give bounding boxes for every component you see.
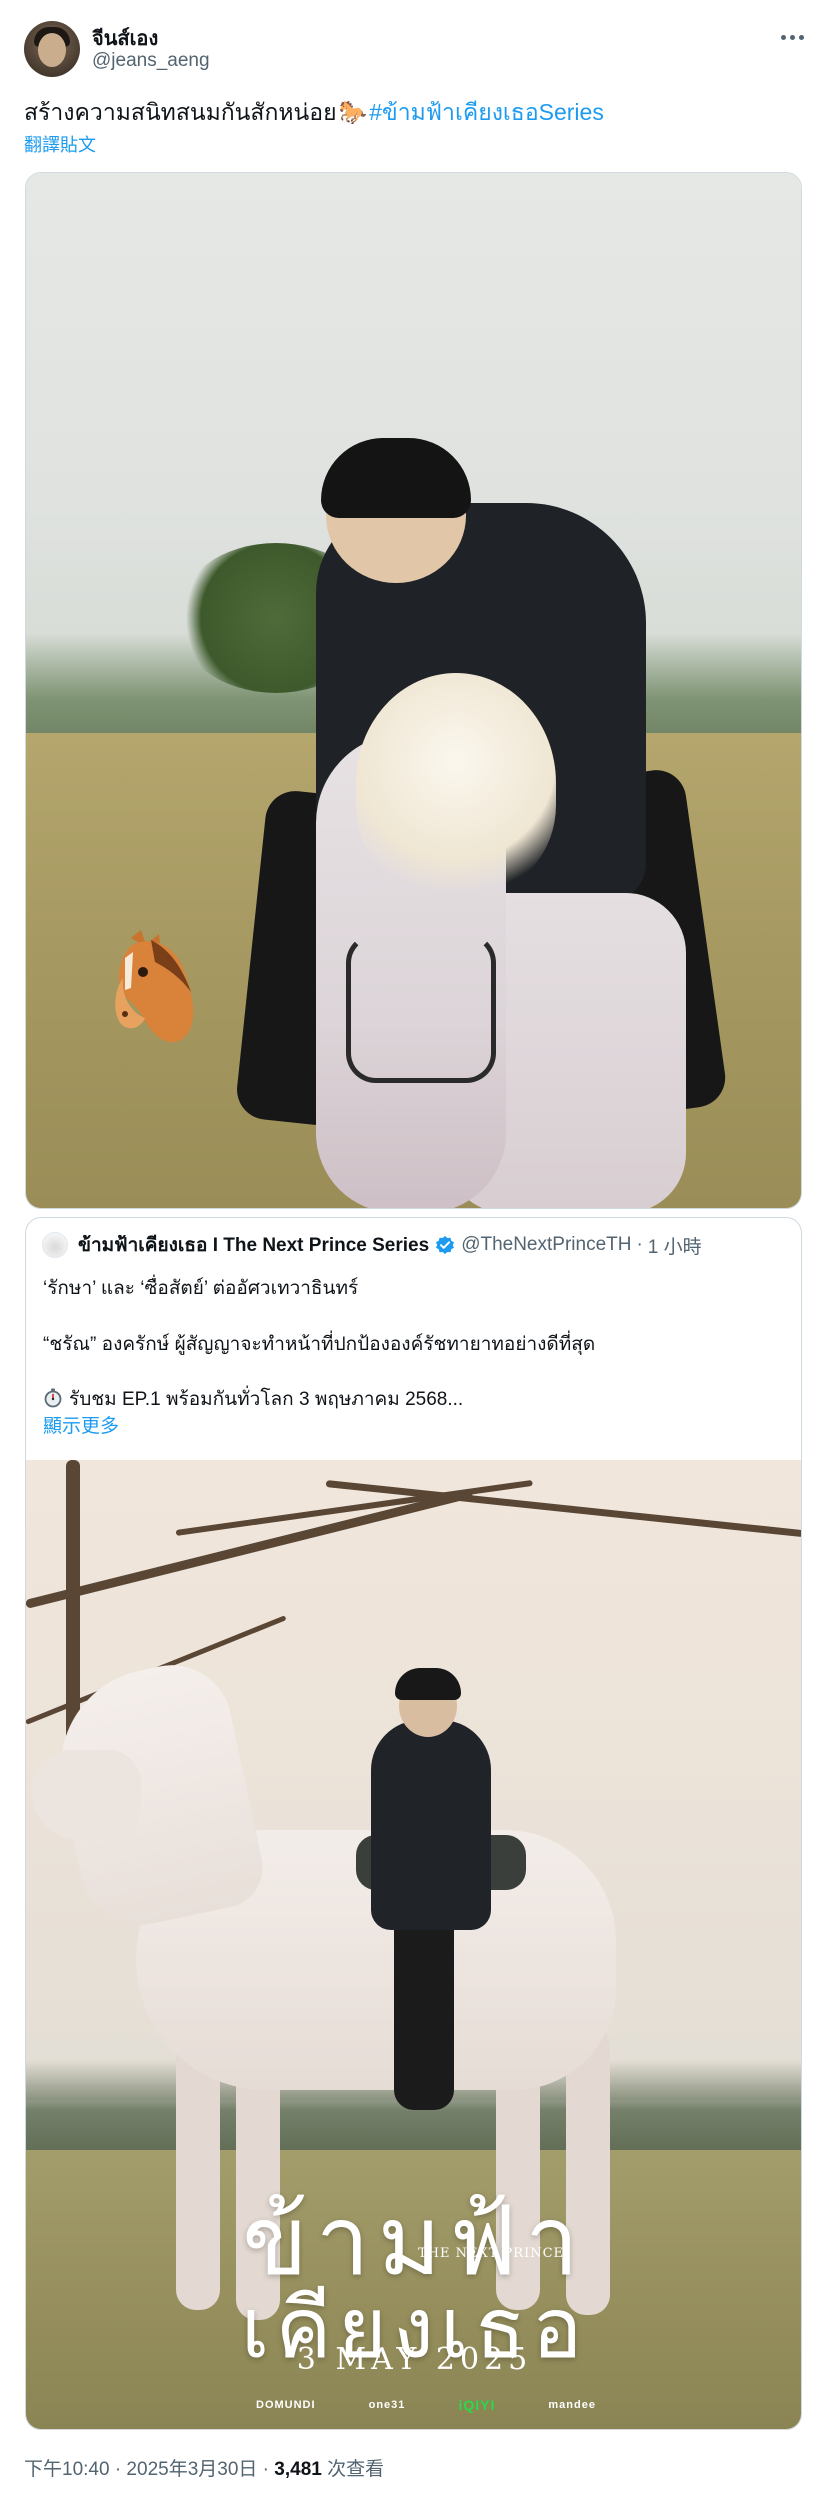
quoted-display-name: ข้ามฟ้าเคียงเธอ I The Next Prince Series (78, 1235, 430, 1256)
poster-rider-hair (395, 1668, 461, 1700)
verified-badge-icon (436, 1236, 455, 1254)
quoted-avatar (42, 1232, 68, 1258)
poster-date: 3 MAY 2025 (296, 2342, 533, 2377)
quoted-text-line-2: “ชรัณ” องครักษ์ ผู้สัญญาจะทำหน้าที่ปกป้อ… (43, 1334, 596, 1355)
tweet-header: จีนส์เอง @jeans_aeng (24, 18, 809, 80)
tweet-text: สร้างความสนิทสนมกันสักหน่อย🐎#ข้ามฟ้าเคีย… (24, 97, 604, 127)
author-handle[interactable]: @jeans_aeng (92, 50, 210, 72)
quoted-timestamp: 1 小時 (647, 1236, 702, 1258)
quoted-text-line-3: รับชม EP.1 พร้อมกันทั่วโลก 3 พฤษภาคม 256… (43, 1384, 463, 1414)
horse-bridle (346, 933, 496, 1083)
logo-iqiyi: iQIYI (458, 2397, 496, 2413)
tweet-text-body: สร้างความสนิทสนมกันสักหน่อย (24, 99, 337, 125)
post-timestamp[interactable]: 下午10:40 · 2025年3月30日 · (24, 2459, 274, 2480)
horse-emoji: 🐎 (338, 99, 368, 125)
quoted-text-line-1: ‘รักษา’ และ ‘ซื่อสัตย์’ ต่ออัศวเทวาธินทร… (43, 1278, 359, 1299)
horse-sticker-icon (115, 930, 194, 1043)
quoted-tweet-header: ข้ามฟ้าเคียงเธอ I The Next Prince Series… (42, 1232, 702, 1258)
show-more-link[interactable]: 顯示更多 (43, 1411, 119, 1438)
views-label: 次查看 (321, 2459, 385, 2480)
poster-rider (371, 1720, 491, 1930)
poster-subtitle: THE NEXT PRINCE (418, 2246, 565, 2261)
logo-domundi: DOMUNDI (256, 2399, 316, 2411)
tweet: จีนส์เอง @jeans_aeng สร้างความสนิทสนมกัน… (0, 0, 833, 2505)
quoted-poster-image[interactable]: ข้ามฟ้า THE NEXT PRINCE เคียงเธอ 3 MAY 2… (26, 1460, 801, 2429)
quoted-handle: @TheNextPrinceTH (461, 1234, 632, 1255)
stopwatch-icon (44, 1388, 62, 1408)
horse-mane (356, 673, 556, 893)
quoted-tweet[interactable]: ข้ามฟ้าเคียงเธอ I The Next Prince Series… (25, 1217, 802, 2430)
tweet-photo[interactable] (25, 172, 802, 1209)
translate-link[interactable]: 翻譯貼文 (24, 131, 96, 157)
hashtag-link[interactable]: #ข้ามฟ้าเคียงเธอSeries (369, 99, 604, 125)
logo-mandee: mandee (548, 2399, 596, 2411)
quoted-separator: · (636, 1234, 643, 1255)
poster-horse-head (31, 1750, 141, 1840)
quoted-text-line-3-body: รับชม EP.1 พร้อมกันทั่วโลก 3 พฤษภาคม 256… (69, 1389, 464, 1410)
views-count: 3,481 (274, 2459, 322, 2480)
avatar[interactable] (24, 21, 80, 77)
tweet-footer: 下午10:40 · 2025年3月30日 · 3,481 次查看 (24, 2454, 384, 2481)
logo-one31: one31 (368, 2399, 406, 2411)
poster-logos: DOMUNDI one31 iQIYI mandee (256, 2397, 596, 2413)
more-dots-icon[interactable] (775, 20, 809, 54)
avatar-face (38, 33, 66, 67)
